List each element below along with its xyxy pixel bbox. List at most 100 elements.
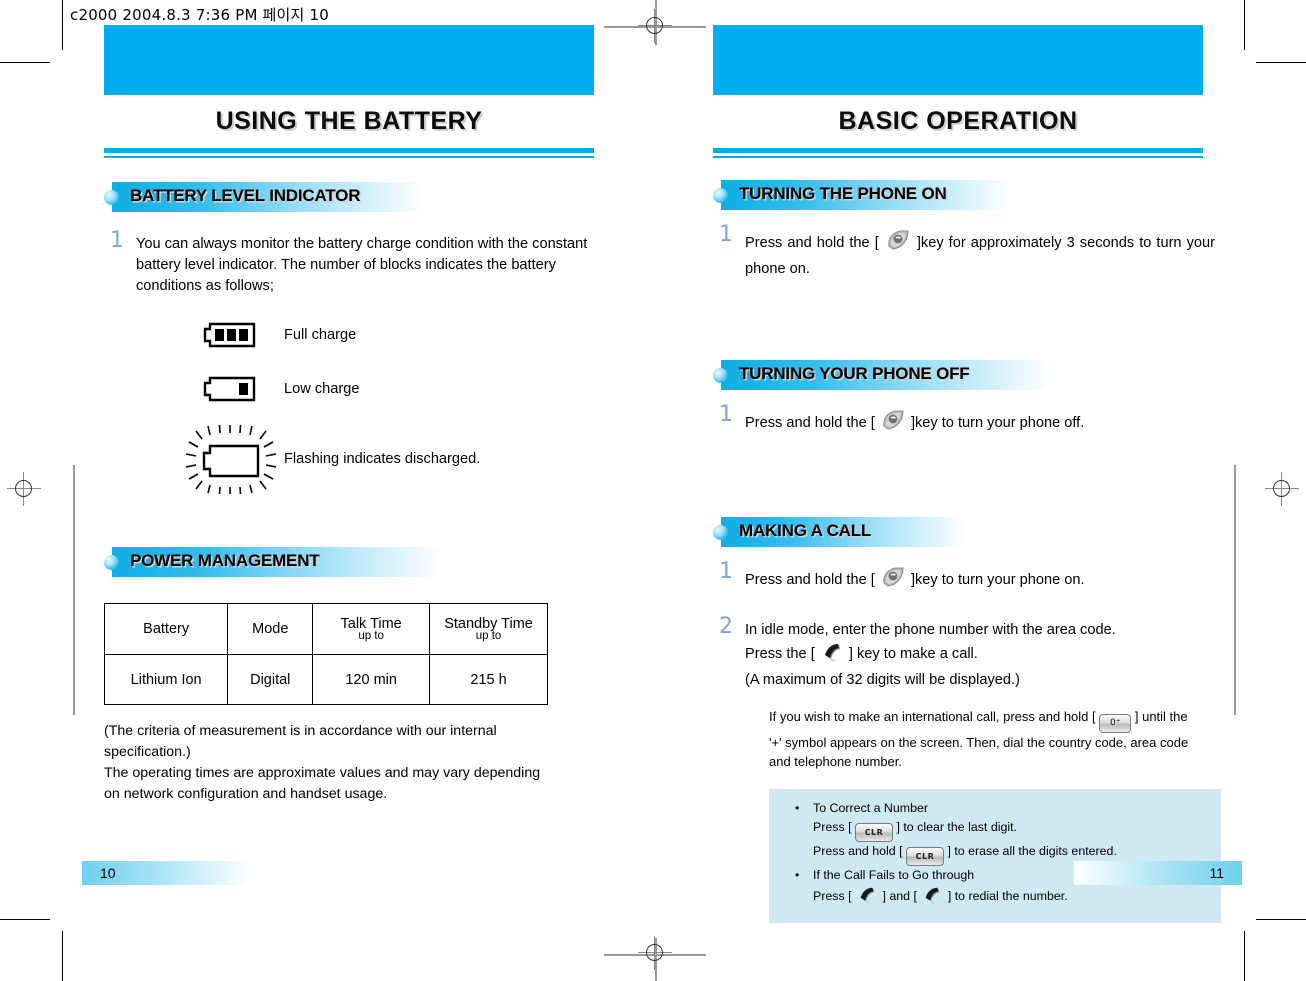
step-line-1: In idle mode, enter the phone number wit…: [745, 622, 1116, 638]
step-number: 1: [719, 402, 733, 427]
battery-full-icon: [176, 319, 284, 351]
step-turn-phone-off: 1 Press and hold the [ ]key to turn your…: [713, 404, 1215, 439]
subnote-part1: If you wish to make an international cal…: [769, 709, 1096, 724]
note-line: on network configuration and handset usa…: [104, 786, 388, 802]
note-line: (The criteria of measurement is in accor…: [104, 723, 497, 739]
table-cell: 120 min: [312, 654, 431, 705]
right-page-rule-thick: [713, 148, 1203, 153]
step-making-call-1: 1 Press and hold the [ ]key to turn your…: [713, 561, 1215, 596]
right-page-chapter-title: BASIC OPERATION: [838, 107, 1078, 135]
step-text-after: ] key to make a call.: [848, 646, 978, 662]
tip-line-clear-last-digit: Press [ CLR ] to clear the last digit.: [781, 818, 1209, 842]
measurement-note: (The criteria of measurement is in accor…: [104, 721, 594, 805]
power-key-icon: [884, 228, 912, 259]
section-heading-label: BATTERY LEVEL INDICATOR: [130, 186, 361, 205]
section-turning-your-phone-off: TURNING YOUR PHONE OFF: [713, 360, 1203, 390]
right-page-top-banner: [713, 25, 1203, 95]
power-management-table: Battery Mode Talk Time up to Standby Tim…: [103, 603, 548, 705]
battery-state-label: Low charge: [284, 381, 360, 397]
clr-key-icon: CLR: [906, 847, 944, 866]
table-cell: Lithium Ion: [103, 654, 229, 705]
table-header-cell: Mode: [227, 603, 314, 655]
registration-mark-bottom-center: [638, 936, 672, 970]
step-line-2: Press the [ ] key to make a call.: [745, 641, 1215, 670]
page-number-left: 10: [82, 861, 250, 885]
step-text-before: Press and hold the [: [745, 415, 875, 431]
crop-mark-top-right-horizontal: [1256, 62, 1306, 63]
step-text-after: ]key to turn your phone on.: [910, 572, 1085, 588]
registration-mark-top-center: [638, 9, 672, 43]
crop-mark-top-left-vertical: [62, 0, 63, 50]
international-call-note: If you wish to make an international cal…: [769, 707, 1189, 771]
table-header-cell: Battery: [103, 603, 229, 655]
left-page-chapter-title: USING THE BATTERY: [215, 107, 483, 135]
battery-state-label: Flashing indicates discharged.: [284, 451, 481, 467]
section-heading-label: TURNING THE PHONE ON: [739, 184, 947, 203]
registration-mark-right: [1265, 472, 1299, 506]
tip-text-before: Press and hold [: [813, 844, 903, 858]
tip-item-correct-number: • To Correct a Number: [781, 799, 1209, 818]
battery-state-label: Full charge: [284, 327, 357, 343]
bullet-glyph: •: [795, 868, 800, 882]
table-cell: Digital: [227, 654, 314, 705]
step-number: 1: [719, 222, 733, 247]
tip-text-mid: ] and [: [882, 889, 917, 903]
left-page-top-banner: [104, 25, 594, 95]
step-line-3: (A maximum of 32 digits will be displaye…: [745, 672, 1020, 688]
note-line: The operating times are approximate valu…: [104, 765, 541, 781]
section-heading-label: MAKING A CALL: [739, 521, 872, 540]
tip-line-redial: Press [ ] and [ ] to redial the number.: [781, 885, 1209, 911]
step-text: You can always monitor the battery charg…: [136, 236, 588, 294]
note-line: specification.): [104, 744, 191, 760]
table-subheader-text: up to: [358, 630, 384, 642]
crop-mark-bottom-left-vertical: [62, 931, 63, 981]
step-text-before: Press and hold the [: [745, 572, 875, 588]
send-key-icon: [855, 885, 879, 911]
section-heading-label: TURNING YOUR PHONE OFF: [739, 364, 970, 383]
bullet-sphere-icon: [713, 368, 728, 383]
tip-item-title: If the Call Fails to Go through: [813, 868, 975, 882]
section-turning-the-phone-on: TURNING THE PHONE ON: [713, 180, 1203, 210]
tip-text-after: ] to erase all the digits entered.: [947, 844, 1117, 858]
step-text-before: Press the [: [745, 646, 815, 662]
table-cell: 215 h: [429, 654, 548, 705]
crop-mark-bottom-right-horizontal: [1256, 919, 1306, 920]
power-key-icon: [879, 565, 907, 596]
crop-mark-bottom-left-horizontal: [0, 919, 50, 920]
tip-text-after: ] to clear the last digit.: [896, 820, 1017, 834]
tip-text-before: Press [: [813, 820, 852, 834]
section-power-management: POWER MANAGEMENT: [104, 547, 594, 577]
battery-state-full: Full charge: [176, 319, 594, 351]
left-page-rule-thick: [104, 148, 594, 153]
battery-state-flashing: Flashing indicates discharged.: [176, 423, 594, 495]
table-header-cell: Standby Time up to: [429, 603, 548, 655]
step-number: 2: [719, 614, 733, 639]
table-header-text: Battery: [143, 621, 190, 637]
clr-key-icon: CLR: [855, 823, 894, 842]
battery-state-low: Low charge: [176, 373, 594, 405]
left-page: USING THE BATTERY BATTERY LEVEL INDICATO…: [103, 0, 594, 805]
page-number-right: 11: [1074, 861, 1242, 885]
tip-text-before: Press [: [813, 889, 852, 903]
zero-key-icon: 0⁺: [1099, 714, 1132, 733]
step-turn-phone-on: 1 Press and hold the [ ]key for approxim…: [713, 224, 1215, 280]
send-key-icon: [920, 885, 944, 911]
section-battery-level-indicator: BATTERY LEVEL INDICATOR: [104, 182, 594, 212]
crop-mark-top-right-vertical: [1244, 0, 1245, 50]
battery-low-icon: [176, 373, 284, 405]
bullet-glyph: •: [795, 801, 800, 815]
page-guide-line-right: [1234, 465, 1236, 715]
table-header-row: Battery Mode Talk Time up to Standby Tim…: [103, 603, 548, 655]
right-page-rule-thin: [713, 156, 1203, 158]
step-number: 1: [719, 559, 733, 584]
send-key-icon: [819, 641, 845, 670]
section-heading-label: POWER MANAGEMENT: [130, 551, 320, 570]
page-guide-line-left: [73, 465, 75, 715]
power-key-icon: [879, 408, 907, 439]
step-making-call-2: 2 In idle mode, enter the phone number w…: [713, 616, 1215, 691]
crop-mark-top-left-horizontal: [0, 62, 50, 63]
tip-box: • To Correct a Number Press [ CLR ] to c…: [769, 789, 1221, 923]
table-row: Lithium Ion Digital 120 min 215 h: [103, 654, 548, 705]
crop-mark-bottom-right-vertical: [1244, 931, 1245, 981]
bullet-sphere-icon: [713, 188, 728, 203]
